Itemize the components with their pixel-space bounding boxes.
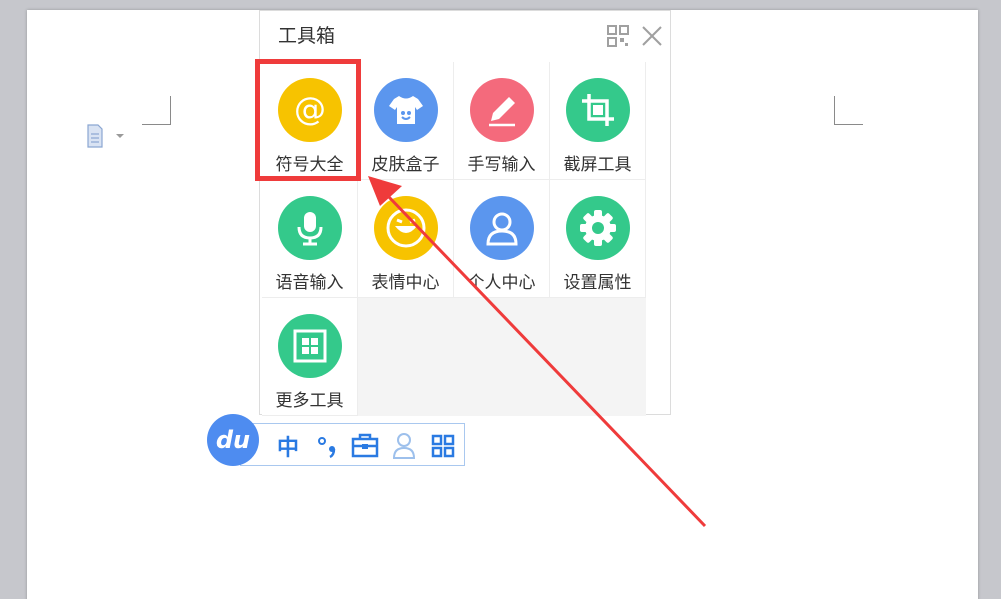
chinese-mode-toggle[interactable]: 中	[275, 432, 301, 461]
tool-label: 设置属性	[563, 273, 632, 293]
person-icon	[470, 196, 534, 260]
microphone-icon	[278, 196, 342, 260]
user-account-button[interactable]	[391, 432, 417, 460]
menu-grid-button[interactable]	[430, 432, 456, 460]
ime-logo[interactable]: du	[207, 414, 259, 466]
empty-cell	[358, 298, 454, 416]
tool-settings[interactable]: 设置属性	[550, 180, 646, 298]
at-sign-icon: @	[278, 78, 342, 142]
toolbox-icon	[351, 433, 379, 458]
punctuation-toggle[interactable]	[315, 432, 341, 460]
tool-more[interactable]: 更多工具	[262, 298, 358, 416]
tool-screenshot[interactable]: 截屏工具	[550, 62, 646, 180]
tool-label: 语音输入	[275, 273, 344, 293]
user-icon	[392, 433, 416, 459]
tool-grid: @ 符号大全 皮肤盒子 手写输入 截屏工具 语音输入 表情中心 个人中心 设置属…	[262, 62, 646, 416]
punctuation-icon	[318, 437, 336, 459]
margin-corner-mark-left	[142, 96, 171, 125]
tool-label: 手写输入	[467, 155, 536, 175]
tool-handwriting[interactable]: 手写输入	[454, 62, 550, 180]
tool-personal-center[interactable]: 个人中心	[454, 180, 550, 298]
pen-icon	[470, 78, 534, 142]
smile-icon	[374, 196, 438, 260]
tool-voice-input[interactable]: 语音输入	[262, 180, 358, 298]
tool-label: 表情中心	[371, 273, 440, 293]
gear-icon	[566, 196, 630, 260]
grid-menu-icon	[431, 434, 455, 458]
tool-label: 更多工具	[275, 391, 344, 411]
svg-text:@: @	[294, 90, 326, 128]
toolbox-panel: 工具箱 @ 符号大全 皮肤盒子 手写输入 截屏工具 语音输入 表情中心 个人中心…	[259, 10, 671, 416]
tool-label: 截屏工具	[563, 155, 632, 175]
empty-cell	[454, 298, 550, 416]
tool-label: 个人中心	[467, 273, 536, 293]
ime-status-bar: 中	[240, 423, 465, 466]
tool-label: 符号大全	[275, 155, 344, 175]
tool-symbols[interactable]: @ 符号大全	[262, 62, 358, 180]
grid-icon	[278, 314, 342, 378]
toolbox-button[interactable]	[351, 432, 379, 460]
tshirt-icon	[374, 78, 438, 142]
empty-cell	[550, 298, 646, 416]
tool-label: 皮肤盒子	[371, 155, 440, 175]
toolbox-title: 工具箱	[278, 25, 336, 47]
crop-icon	[566, 78, 630, 142]
tool-emoji-center[interactable]: 表情中心	[358, 180, 454, 298]
close-icon[interactable]	[640, 24, 664, 48]
document-icon[interactable]	[86, 123, 126, 149]
qr-code-icon[interactable]	[606, 24, 630, 48]
tool-skins[interactable]: 皮肤盒子	[358, 62, 454, 180]
margin-corner-mark-right	[834, 96, 863, 125]
